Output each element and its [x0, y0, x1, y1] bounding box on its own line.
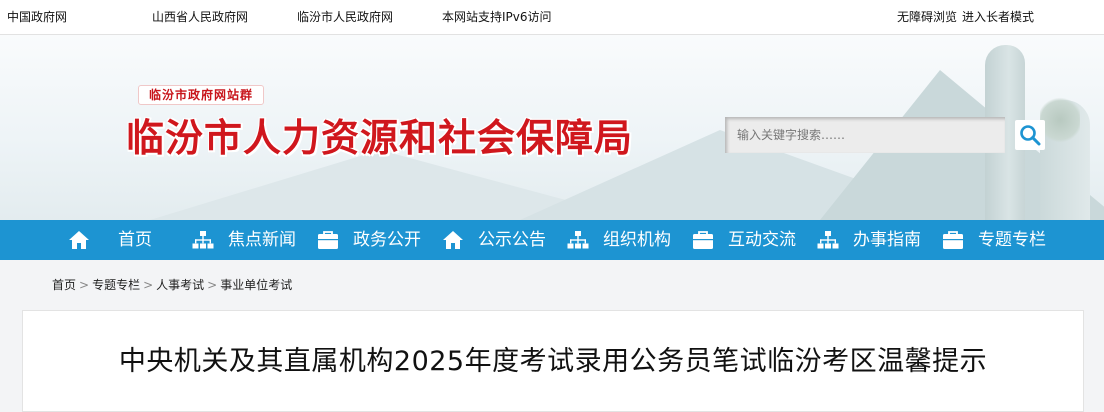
org-chart-icon — [567, 231, 589, 249]
article-title: 中央机关及其直属机构2025年度考试录用公务员笔试临汾考区温馨提示 — [118, 346, 988, 377]
link-gov-cn[interactable]: 中国政府网 — [7, 8, 67, 25]
search-icon — [1020, 125, 1041, 146]
elderly-mode-link[interactable]: 进入长者模式 — [962, 8, 1034, 25]
nav-label: 政务公开 — [353, 230, 421, 250]
org-chart-icon — [817, 231, 839, 249]
nav-label: 组织机构 — [603, 230, 671, 250]
nav-label: 专题专栏 — [978, 230, 1046, 250]
accessibility-link[interactable]: 无障碍浏览 — [897, 8, 957, 25]
home-icon — [443, 231, 463, 249]
nav-label: 首页 — [118, 230, 152, 250]
link-ipv6[interactable]: 本网站支持IPv6访问 — [442, 8, 552, 25]
nav-label: 互动交流 — [728, 230, 796, 250]
breadcrumb-home[interactable]: 首页 — [52, 278, 76, 292]
article-panel: 中央机关及其直属机构2025年度考试录用公务员笔试临汾考区温馨提示 — [22, 310, 1084, 412]
breadcrumb-institution-exam[interactable]: 事业单位考试 — [220, 278, 292, 292]
nav-label: 公示公告 — [478, 230, 546, 250]
header-banner: 临汾市政府网站群 临汾市人力资源和社会保障局 — [0, 35, 1104, 220]
banner-tree — [1040, 95, 1080, 145]
breadcrumb-separator: > — [79, 278, 90, 292]
briefcase-icon — [943, 231, 963, 249]
top-bar: 中国政府网 山西省人民政府网 临汾市人民政府网 本网站支持IPv6访问 无障碍浏… — [0, 0, 1104, 35]
briefcase-icon — [318, 231, 338, 249]
breadcrumb-separator: > — [207, 278, 218, 292]
link-shanxi-gov[interactable]: 山西省人民政府网 — [152, 8, 248, 25]
site-group-tag: 临汾市政府网站群 — [138, 85, 265, 105]
breadcrumb-separator: > — [143, 278, 154, 292]
briefcase-icon — [693, 231, 713, 249]
search-input[interactable] — [725, 117, 1005, 153]
org-chart-icon — [192, 231, 214, 249]
breadcrumb-special-topics[interactable]: 专题专栏 — [92, 278, 140, 292]
nav-label: 焦点新闻 — [228, 230, 296, 250]
breadcrumb: 首页 > 专题专栏 > 人事考试 > 事业单位考试 — [52, 276, 292, 293]
link-linfen-gov[interactable]: 临汾市人民政府网 — [297, 8, 393, 25]
site-title: 临汾市人力资源和社会保障局 — [126, 115, 634, 160]
main-nav: 首页 焦点新闻 政务公开 公示公告 组织机构 互动交流 办事指南 专题专栏 — [0, 220, 1104, 260]
breadcrumb-personnel-exam[interactable]: 人事考试 — [156, 278, 204, 292]
search-button[interactable] — [1015, 120, 1045, 150]
home-icon — [69, 231, 89, 249]
nav-label: 办事指南 — [853, 230, 921, 250]
